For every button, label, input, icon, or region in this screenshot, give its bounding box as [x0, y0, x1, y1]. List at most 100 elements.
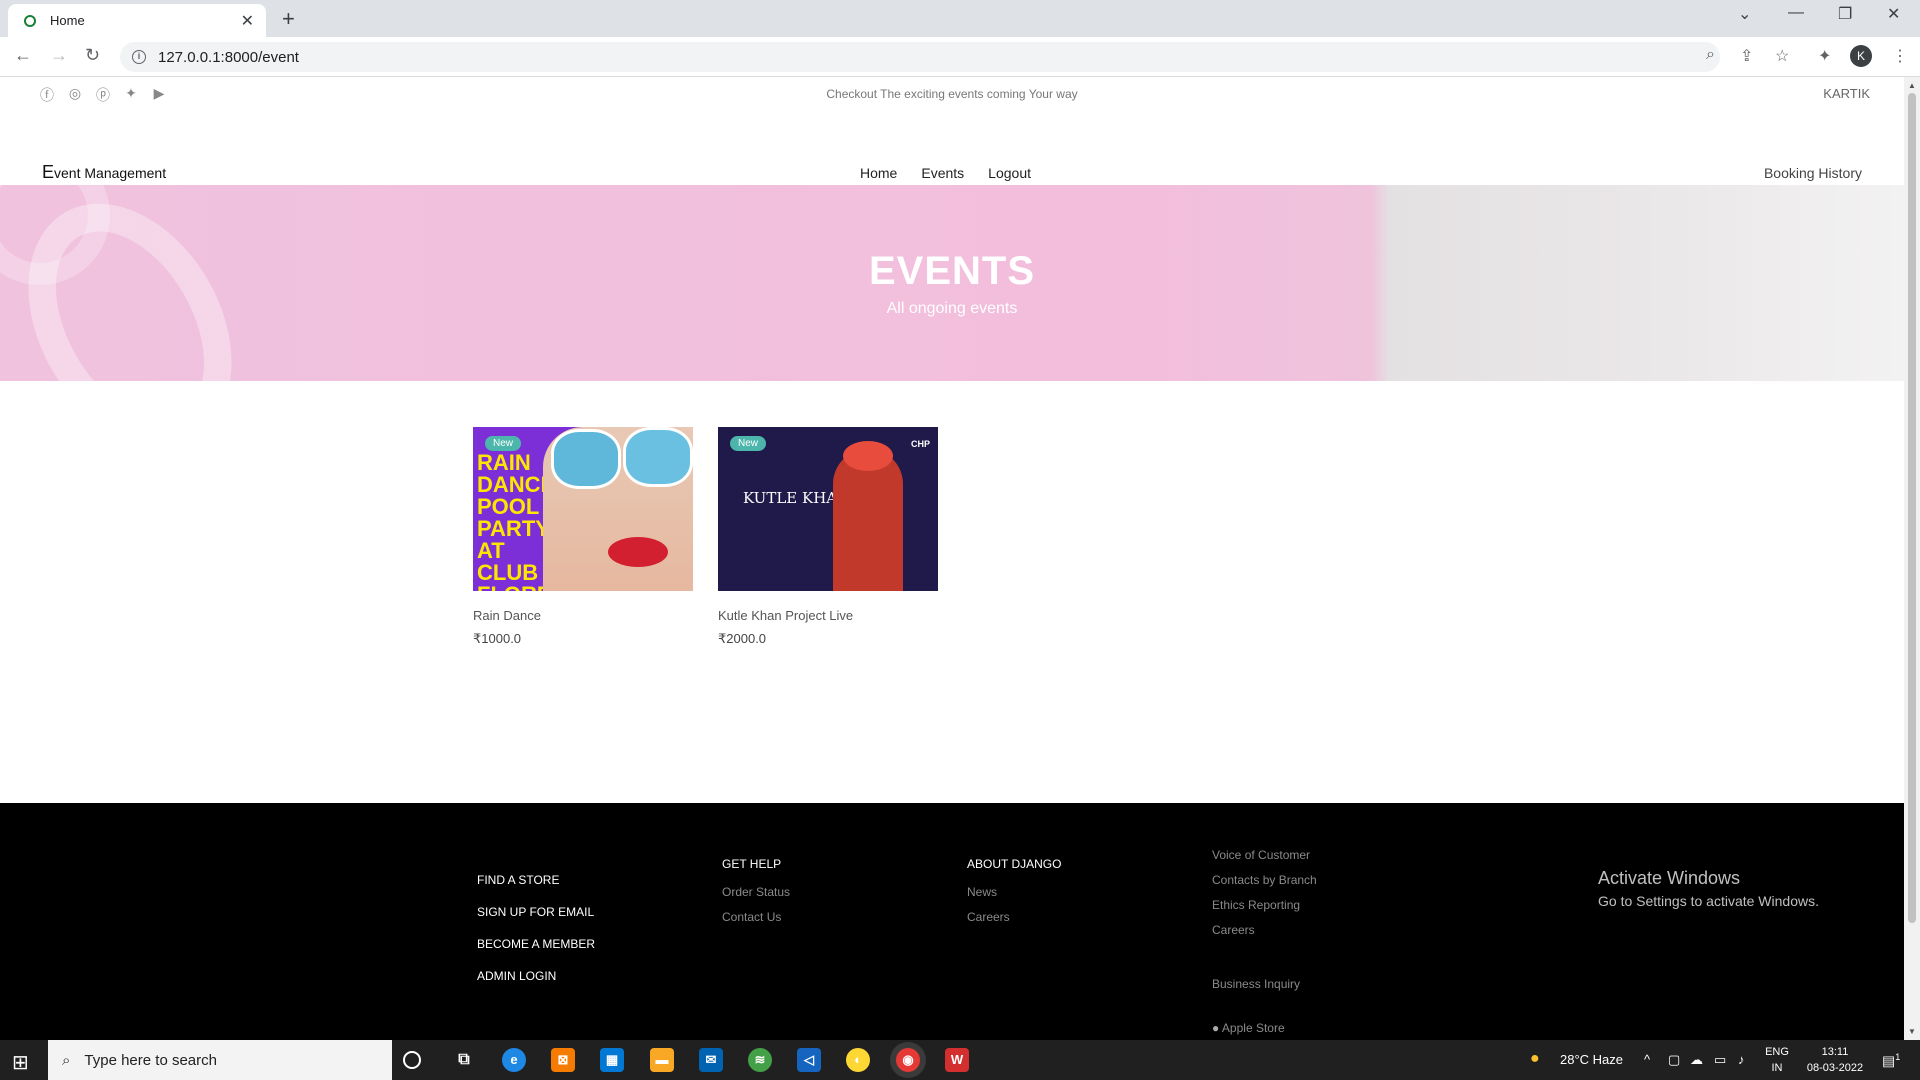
windows-taskbar: ⊞ ⌕ Type here to search ⧉ e ⊠ ▦ ▬ ✉ ≋ ◁ …: [0, 1040, 1920, 1080]
scroll-down-icon[interactable]: ▼: [1908, 1027, 1916, 1036]
extensions-icon[interactable]: ✦: [1818, 46, 1831, 66]
tab-search-icon[interactable]: ⌄: [1738, 4, 1751, 24]
footer-link[interactable]: FIND A STORE: [477, 873, 595, 887]
nav-logout[interactable]: Logout: [988, 165, 1031, 181]
event-name[interactable]: Kutle Khan Project Live: [718, 608, 938, 623]
site-footer: FIND A STORE SIGN UP FOR EMAIL BECOME A …: [0, 803, 1904, 1040]
footer-link[interactable]: BECOME A MEMBER: [477, 937, 595, 951]
apple-store-link[interactable]: ● Apple Store: [1212, 1021, 1317, 1035]
footer-link[interactable]: Careers: [1212, 923, 1317, 937]
tray-app-icon[interactable]: ▢: [1668, 1052, 1680, 1068]
vscode-icon[interactable]: ◁: [797, 1048, 821, 1072]
footer-link[interactable]: Order Status: [722, 885, 790, 899]
browser-tabstrip: Home ✕ + ⌄ — ❐ ✕: [0, 0, 1920, 37]
page-loading-icon: [24, 14, 36, 27]
reload-icon[interactable]: ↻: [85, 45, 100, 66]
back-arrow-icon[interactable]: ←: [14, 45, 32, 66]
store-icon[interactable]: ▦: [600, 1048, 624, 1072]
poster-graphic: [551, 429, 621, 489]
weather-text[interactable]: 28°C Haze: [1560, 1052, 1623, 1067]
minimize-button[interactable]: —: [1788, 4, 1804, 22]
new-tab-button[interactable]: +: [282, 6, 295, 32]
poster-graphic: [608, 537, 668, 567]
event-card[interactable]: KUTLE KHAN CHP New Kutle Khan Project Li…: [718, 427, 938, 647]
footer-link[interactable]: Contact Us: [722, 910, 790, 924]
event-image[interactable]: KUTLE KHAN CHP New: [718, 427, 938, 591]
hero-title: EVENTS: [868, 249, 1036, 293]
poster-text: RAIN DANCE POOL PARTY AT CLUB FLORENCE: [477, 450, 598, 592]
profile-avatar[interactable]: K: [1850, 45, 1872, 67]
chrome-icon[interactable]: ◉: [896, 1048, 920, 1072]
share-icon[interactable]: ⇪: [1740, 46, 1753, 66]
event-name[interactable]: Rain Dance: [473, 608, 693, 623]
xampp-icon[interactable]: ⊠: [551, 1048, 575, 1072]
cortana-icon[interactable]: [403, 1051, 421, 1069]
address-bar[interactable]: i 127.0.0.1:8000/event: [120, 42, 1720, 72]
event-image[interactable]: RAIN DANCE POOL PARTY AT CLUB FLORENCE N…: [473, 427, 693, 591]
tray-expand-icon[interactable]: ^: [1644, 1052, 1650, 1067]
file-explorer-icon[interactable]: ▬: [650, 1048, 674, 1072]
browser-toolbar: ← → ↻ i 127.0.0.1:8000/event ⌕ ⇪ ☆ ✦ K ⋮: [0, 37, 1920, 77]
hero-banner: EVENTS All ongoing events: [0, 185, 1904, 381]
footer-column-help: GET HELP Order Status Contact Us: [722, 857, 790, 935]
taskbar-search[interactable]: ⌕ Type here to search: [48, 1040, 392, 1080]
footer-link[interactable]: Business Inquiry: [1212, 977, 1317, 991]
spotify-icon[interactable]: ≋: [748, 1048, 772, 1072]
poster-graphic: [623, 427, 693, 487]
scrollbar-thumb[interactable]: [1908, 93, 1916, 923]
mail-icon[interactable]: ✉: [699, 1048, 723, 1072]
footer-link[interactable]: News: [967, 885, 1061, 899]
scroll-up-icon[interactable]: ▲: [1908, 81, 1916, 90]
watermark-subtitle: Go to Settings to activate Windows.: [1598, 893, 1819, 909]
menu-kebab-icon[interactable]: ⋮: [1892, 46, 1908, 66]
booking-history-link[interactable]: Booking History: [1764, 165, 1862, 181]
language-code: ENG: [1765, 1046, 1789, 1058]
wps-office-icon[interactable]: W: [945, 1048, 969, 1072]
event-price: ₹2000.0: [718, 631, 767, 646]
app-icon[interactable]: ◐: [846, 1048, 870, 1072]
task-view-icon[interactable]: ⧉: [452, 1048, 476, 1072]
zoom-icon[interactable]: ⌕: [1706, 46, 1715, 64]
page-scrollbar[interactable]: ▲ ▼: [1904, 77, 1920, 1040]
watermark-title: Activate Windows: [1598, 868, 1741, 888]
footer-link[interactable]: Ethics Reporting: [1212, 898, 1317, 912]
new-badge: New: [730, 436, 767, 451]
forward-arrow-icon[interactable]: →: [50, 45, 68, 66]
footer-link[interactable]: Careers: [967, 910, 1061, 924]
nav-events[interactable]: Events: [921, 165, 964, 181]
browser-tab[interactable]: Home ✕: [8, 4, 266, 37]
footer-link[interactable]: Contacts by Branch: [1212, 873, 1317, 887]
weather-icon[interactable]: ●: [1530, 1050, 1540, 1068]
windows-start-icon[interactable]: ⊞: [12, 1050, 29, 1075]
apple-store-label: Apple Store: [1221, 1021, 1285, 1035]
bookmark-star-icon[interactable]: ☆: [1775, 46, 1789, 66]
search-icon: ⌕: [62, 1051, 71, 1069]
footer-link[interactable]: Voice of Customer: [1212, 848, 1317, 862]
admin-login-link[interactable]: ADMIN LOGIN: [477, 969, 595, 983]
network-icon[interactable]: ▭: [1714, 1052, 1726, 1068]
url-text[interactable]: 127.0.0.1:8000/event: [158, 49, 299, 66]
site-brand[interactable]: Event Management: [42, 162, 166, 183]
footer-link[interactable]: SIGN UP FOR EMAIL: [477, 905, 595, 919]
new-badge: New: [485, 436, 522, 451]
event-price: ₹1000.0: [473, 631, 522, 646]
tab-title: Home: [50, 13, 85, 28]
taskbar-clock[interactable]: 13:11 08-03-2022: [1800, 1044, 1870, 1076]
nav-home[interactable]: Home: [860, 165, 897, 181]
username[interactable]: KARTIK: [1823, 86, 1870, 101]
footer-heading: GET HELP: [722, 857, 782, 871]
onedrive-icon[interactable]: ☁: [1690, 1052, 1703, 1068]
language-indicator[interactable]: ENG IN: [1762, 1044, 1792, 1076]
footer-column-main: FIND A STORE SIGN UP FOR EMAIL BECOME A …: [477, 873, 595, 1001]
close-window-button[interactable]: ✕: [1887, 4, 1900, 24]
edge-icon[interactable]: e: [502, 1048, 526, 1072]
site-info-icon[interactable]: i: [132, 50, 146, 64]
brand-initial: E: [42, 162, 55, 182]
close-tab-icon[interactable]: ✕: [241, 11, 254, 31]
clock-time: 13:11: [1821, 1046, 1849, 1058]
volume-icon[interactable]: ♪: [1738, 1052, 1745, 1067]
restore-button[interactable]: ❐: [1838, 4, 1852, 24]
notifications-icon[interactable]: ▤1: [1882, 1052, 1900, 1070]
event-card[interactable]: RAIN DANCE POOL PARTY AT CLUB FLORENCE N…: [473, 427, 693, 647]
search-placeholder[interactable]: Type here to search: [84, 1052, 217, 1069]
